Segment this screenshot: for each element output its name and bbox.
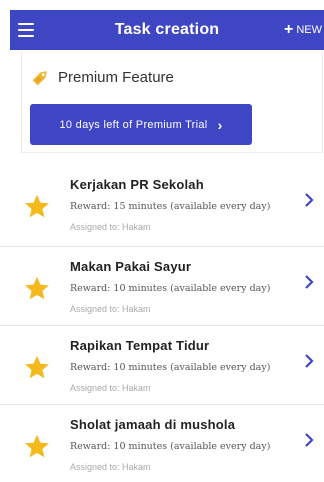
task-assignee: Assigned to: Hakam: [70, 304, 151, 314]
page-title: Task creation: [114, 21, 220, 38]
task-assignee: Assigned to: Hakam: [70, 222, 151, 232]
app-bar: Task creation + NEW: [10, 10, 324, 50]
task-reward: Reward: 10 minutes (available every day): [70, 283, 271, 294]
premium-card: Premium Feature 10 days left of Premium …: [21, 52, 323, 153]
premium-header: Premium Feature: [30, 66, 174, 88]
tag-icon: [32, 71, 47, 86]
task-reward: Reward: 10 minutes (available every day): [70, 362, 271, 373]
premium-trial-button[interactable]: 10 days left of Premium Trial ›: [30, 104, 252, 145]
task-list: Kerjakan PR Sekolah Reward: 15 minutes (…: [0, 165, 324, 482]
task-title: Rapikan Tempat Tidur: [70, 338, 210, 353]
new-task-button[interactable]: + NEW: [284, 10, 324, 50]
task-row[interactable]: Rapikan Tempat Tidur Reward: 10 minutes …: [0, 325, 324, 404]
star-icon: [25, 434, 49, 458]
task-title: Sholat jamaah di mushola: [70, 417, 236, 432]
chevron-right-icon: ›: [217, 116, 223, 133]
task-title: Kerjakan PR Sekolah: [70, 177, 204, 192]
premium-feature-label: Premium Feature: [58, 68, 174, 86]
star-icon: [25, 355, 49, 379]
chevron-right-icon: [305, 193, 314, 207]
task-title: Makan Pakai Sayur: [70, 259, 192, 274]
task-row[interactable]: Kerjakan PR Sekolah Reward: 15 minutes (…: [0, 165, 324, 246]
new-task-label: NEW: [296, 24, 322, 36]
task-reward: Reward: 10 minutes (available every day): [70, 441, 271, 452]
task-row[interactable]: Sholat jamaah di mushola Reward: 10 minu…: [0, 404, 324, 482]
task-reward: Reward: 15 minutes (available every day): [70, 201, 271, 212]
task-assignee: Assigned to: Hakam: [70, 462, 151, 472]
chevron-right-icon: [305, 275, 314, 289]
plus-icon: +: [283, 21, 294, 38]
chevron-right-icon: [305, 354, 314, 368]
premium-trial-label: 10 days left of Premium Trial: [59, 118, 208, 131]
star-icon: [25, 194, 49, 218]
chevron-right-icon: [305, 433, 314, 447]
star-icon: [25, 276, 49, 300]
task-row[interactable]: Makan Pakai Sayur Reward: 10 minutes (av…: [0, 246, 324, 325]
task-assignee: Assigned to: Hakam: [70, 383, 151, 393]
